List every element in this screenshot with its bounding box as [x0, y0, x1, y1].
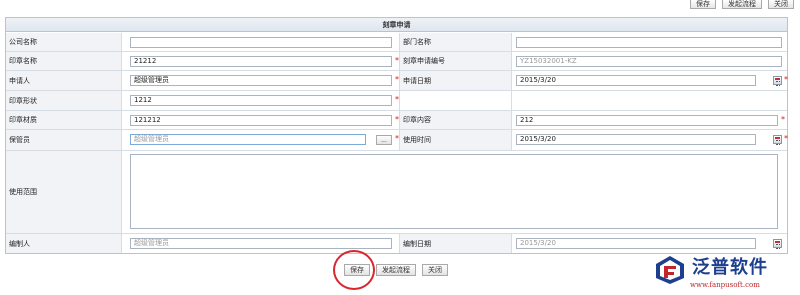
logo-mark-icon — [656, 256, 684, 284]
keeper-select-button[interactable]: ... — [376, 135, 392, 145]
top-close-button[interactable]: 关闭 — [768, 0, 794, 9]
brand-logo: 泛普软件 www.fanpusoft.com — [648, 250, 798, 295]
seal-name-label: 印章名称 — [6, 52, 122, 70]
required-mark: * — [395, 115, 399, 124]
top-start-flow-button[interactable]: 发起流程 — [722, 0, 762, 9]
required-mark: * — [784, 75, 788, 84]
required-mark: * — [781, 115, 785, 124]
row-applicant: 申请人 超级管理员 * 申请日期 2015/3/20 * — [6, 71, 788, 91]
scope-label: 使用范围 — [6, 151, 122, 233]
close-button[interactable]: 关闭 — [422, 264, 448, 276]
row-seal-name: 印章名称 21212 * 刻章申请编号 YZ15032001-KZ — [6, 52, 787, 71]
editor-input[interactable]: 超级管理员 — [130, 238, 392, 249]
edit-date-label: 编制日期 — [400, 234, 512, 253]
content-input[interactable]: 212 — [516, 115, 778, 126]
required-mark: * — [395, 56, 399, 65]
row-material: 印章材质 121212 * 印章内容 212 * — [6, 111, 787, 130]
required-mark: * — [395, 134, 399, 143]
row-keeper: 保管员 超级管理员 ... * 使用时间 2015/3/20 * — [6, 130, 788, 151]
use-time-label: 使用时间 — [400, 130, 512, 150]
calendar-icon[interactable] — [773, 239, 782, 249]
content-label: 印章内容 — [400, 111, 512, 129]
calendar-icon[interactable] — [773, 135, 782, 145]
row-shape: 印章形状 1212 * — [6, 91, 787, 111]
required-mark: * — [395, 95, 399, 104]
start-flow-button[interactable]: 发起流程 — [376, 264, 416, 276]
shape-label: 印章形状 — [6, 91, 122, 110]
applicant-input[interactable]: 超级管理员 — [130, 75, 392, 86]
bottom-toolbar: 保存 发起流程 关闭 — [344, 264, 448, 276]
use-time-input[interactable]: 2015/3/20 — [516, 134, 756, 145]
required-mark: * — [395, 75, 399, 84]
dept-label: 部门名称 — [400, 33, 512, 51]
scope-textarea[interactable] — [130, 154, 778, 229]
keeper-input[interactable]: 超级管理员 — [130, 134, 366, 145]
row-company: 公司名称 部门名称 — [6, 33, 787, 52]
keeper-label: 保管员 — [6, 130, 122, 150]
row-scope: 使用范围 — [6, 151, 787, 234]
save-button[interactable]: 保存 — [344, 264, 370, 276]
applicant-label: 申请人 — [6, 71, 122, 90]
seal-name-input[interactable]: 21212 — [130, 56, 392, 67]
apply-date-label: 申请日期 — [400, 71, 512, 90]
logo-url: www.fanpusoft.com — [690, 281, 760, 289]
top-save-button[interactable]: 保存 — [690, 0, 716, 9]
editor-label: 编制人 — [6, 234, 122, 253]
apply-date-input[interactable]: 2015/3/20 — [516, 75, 756, 86]
edit-date-input[interactable]: 2015/3/20 — [516, 238, 756, 249]
company-input[interactable] — [130, 37, 392, 48]
form-title: 刻章申请 — [6, 18, 787, 32]
logo-name: 泛普软件 — [692, 257, 768, 278]
dept-input[interactable] — [516, 37, 782, 48]
apply-no-input[interactable]: YZ15032001-KZ — [516, 56, 782, 67]
apply-no-label: 刻章申请编号 — [400, 52, 512, 70]
material-label: 印章材质 — [6, 111, 122, 129]
required-mark: * — [784, 134, 788, 143]
material-input[interactable]: 121212 — [130, 115, 392, 126]
calendar-icon[interactable] — [773, 76, 782, 86]
seal-application-form: 刻章申请 公司名称 部门名称 印章名称 21212 * 刻章申请编号 YZ150… — [5, 17, 788, 254]
top-toolbar: 保存 发起流程 关闭 — [690, 0, 794, 9]
shape-input[interactable]: 1212 — [130, 95, 392, 106]
company-label: 公司名称 — [6, 33, 122, 51]
